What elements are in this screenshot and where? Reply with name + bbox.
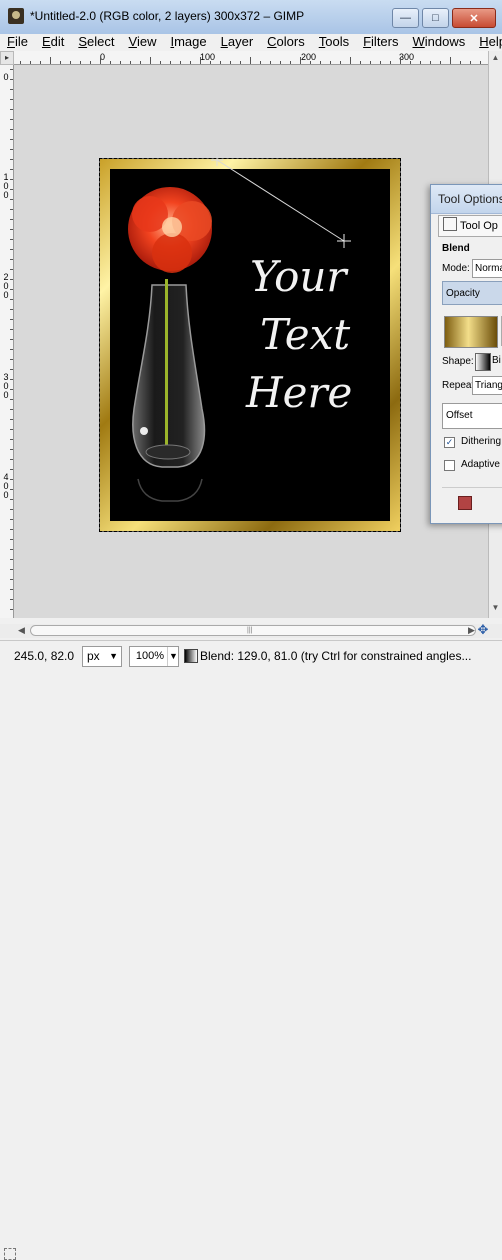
tool-options-tab[interactable]: Tool Op [438,215,502,237]
shape-label: Shape: [442,356,474,367]
unit-select[interactable]: px ▼ [82,646,122,667]
scroll-up-icon[interactable]: ▲ [490,53,501,65]
blend-guide-overlay [211,154,351,248]
menu-layer[interactable]: Layer [214,34,261,50]
checkmark-icon: ✓ [445,437,454,447]
ruler-tick [400,57,401,64]
ruler-tick [250,57,251,64]
blend-end-crosshair-icon [337,234,351,248]
ruler-tick [450,57,451,64]
menu-tools[interactable]: Tools [312,34,356,50]
title-bar: *Untitled-2.0 (RGB color, 2 layers) 300x… [0,0,502,35]
scrollbar-grip-icon[interactable]: ||| [247,627,261,634]
adaptive-checkbox[interactable] [444,460,455,471]
scroll-left-icon[interactable]: ◀ [18,625,25,636]
window-controls: — □ ✕ [392,8,496,28]
ruler-left-label: 200 [3,272,9,300]
minimize-button[interactable]: — [392,8,419,28]
ruler-tick [200,57,201,64]
maximize-icon: □ [432,12,439,24]
offset-slider[interactable]: Offset [442,403,502,429]
menu-colors[interactable]: Colors [260,34,312,50]
ruler-top-label: 300 [399,52,415,62]
menu-image[interactable]: Image [163,34,213,50]
shape-value: Bi [492,355,501,366]
unit-select-value: px [87,649,100,663]
ruler-tick [300,57,301,64]
blend-tool-icon [184,649,198,663]
close-button[interactable]: ✕ [452,8,496,28]
navigate-icon[interactable]: ✥ [476,623,490,637]
ruler-corner-button[interactable]: ▸ [0,51,14,65]
close-icon: ✕ [469,12,479,25]
dithering-label: Dithering [461,436,502,447]
tool-options-footer [442,487,502,518]
ruler-left-label: 100 [3,172,9,200]
maximize-button[interactable]: □ [422,8,449,28]
horizontal-scroll-row: ◀ ||| ▶ [0,624,502,1260]
window-title: *Untitled-2.0 (RGB color, 2 layers) 300x… [30,9,305,23]
menu-help[interactable]: Help [472,34,502,50]
tool-options-tab-icon [443,217,457,231]
mode-label: Mode: [442,263,470,274]
blend-start-crosshair-icon [211,154,223,166]
chevron-down-icon: ▼ [109,651,118,661]
ruler-top-label: 200 [301,52,317,62]
tool-name-heading: Blend [442,243,470,254]
ruler-tick [100,57,101,64]
canvas-area[interactable]: Your Text Here [14,65,488,618]
opacity-slider[interactable]: Opacity [442,281,502,305]
opacity-label: Opacity [446,288,480,299]
ruler-top-label: 100 [200,52,216,62]
ruler-left-label: 400 [3,472,9,500]
tool-options-tab-label: Tool Op [460,220,498,232]
horizontal-ruler[interactable]: 0 100 200 300 [14,51,488,65]
scroll-down-icon[interactable]: ▼ [490,603,501,615]
ruler-tick [350,57,351,64]
save-options-icon[interactable] [458,496,472,510]
menu-file[interactable]: File [0,34,35,50]
menu-windows[interactable]: Windows [406,34,473,50]
shape-bilinear-icon[interactable] [475,353,491,371]
offset-label: Offset [446,410,473,421]
tool-options-dialog: Tool Options Tool Op Blend Mode: Norma O… [430,184,502,524]
status-message: Blend: 129.0, 81.0 (try Ctrl for constra… [200,649,472,663]
gradient-swatch[interactable] [444,316,498,348]
pointer-coordinates: 245.0, 82.0 [14,649,75,663]
mode-select[interactable]: Norma [472,259,502,278]
tool-options-titlebar[interactable]: Tool Options [431,185,502,214]
menu-bar: File Edit Select View Image Layer Colors… [0,34,502,50]
dithering-checkbox[interactable]: ✓ [444,437,455,448]
status-bar: 245.0, 82.0 px ▼ 100% ▼ Blend: 129.0, 81… [0,640,502,679]
minimize-icon: — [400,12,411,24]
adaptive-label: Adaptive [461,459,500,470]
menu-select[interactable]: Select [71,34,121,50]
zoom-dropdown-icon[interactable]: ▼ [167,647,179,666]
vertical-ruler[interactable]: 0 100 200 300 400 [0,65,14,618]
tool-options-title: Tool Options [438,192,502,206]
menu-view[interactable]: View [122,34,164,50]
menu-filters[interactable]: Filters [356,34,405,50]
horizontal-scrollbar[interactable]: ||| [30,625,476,636]
ruler-tick [150,57,151,64]
gimp-app-icon [8,8,24,24]
repeat-select[interactable]: Triang [472,376,502,395]
ruler-left-label: 300 [3,372,9,400]
scroll-right-icon[interactable]: ▶ [468,625,475,636]
zoom-value: 100% [135,650,164,662]
ruler-tick [50,57,51,64]
quick-mask-icon[interactable] [4,1248,16,1260]
ruler-left-label: 0 [3,72,9,82]
menu-edit[interactable]: Edit [35,34,71,50]
